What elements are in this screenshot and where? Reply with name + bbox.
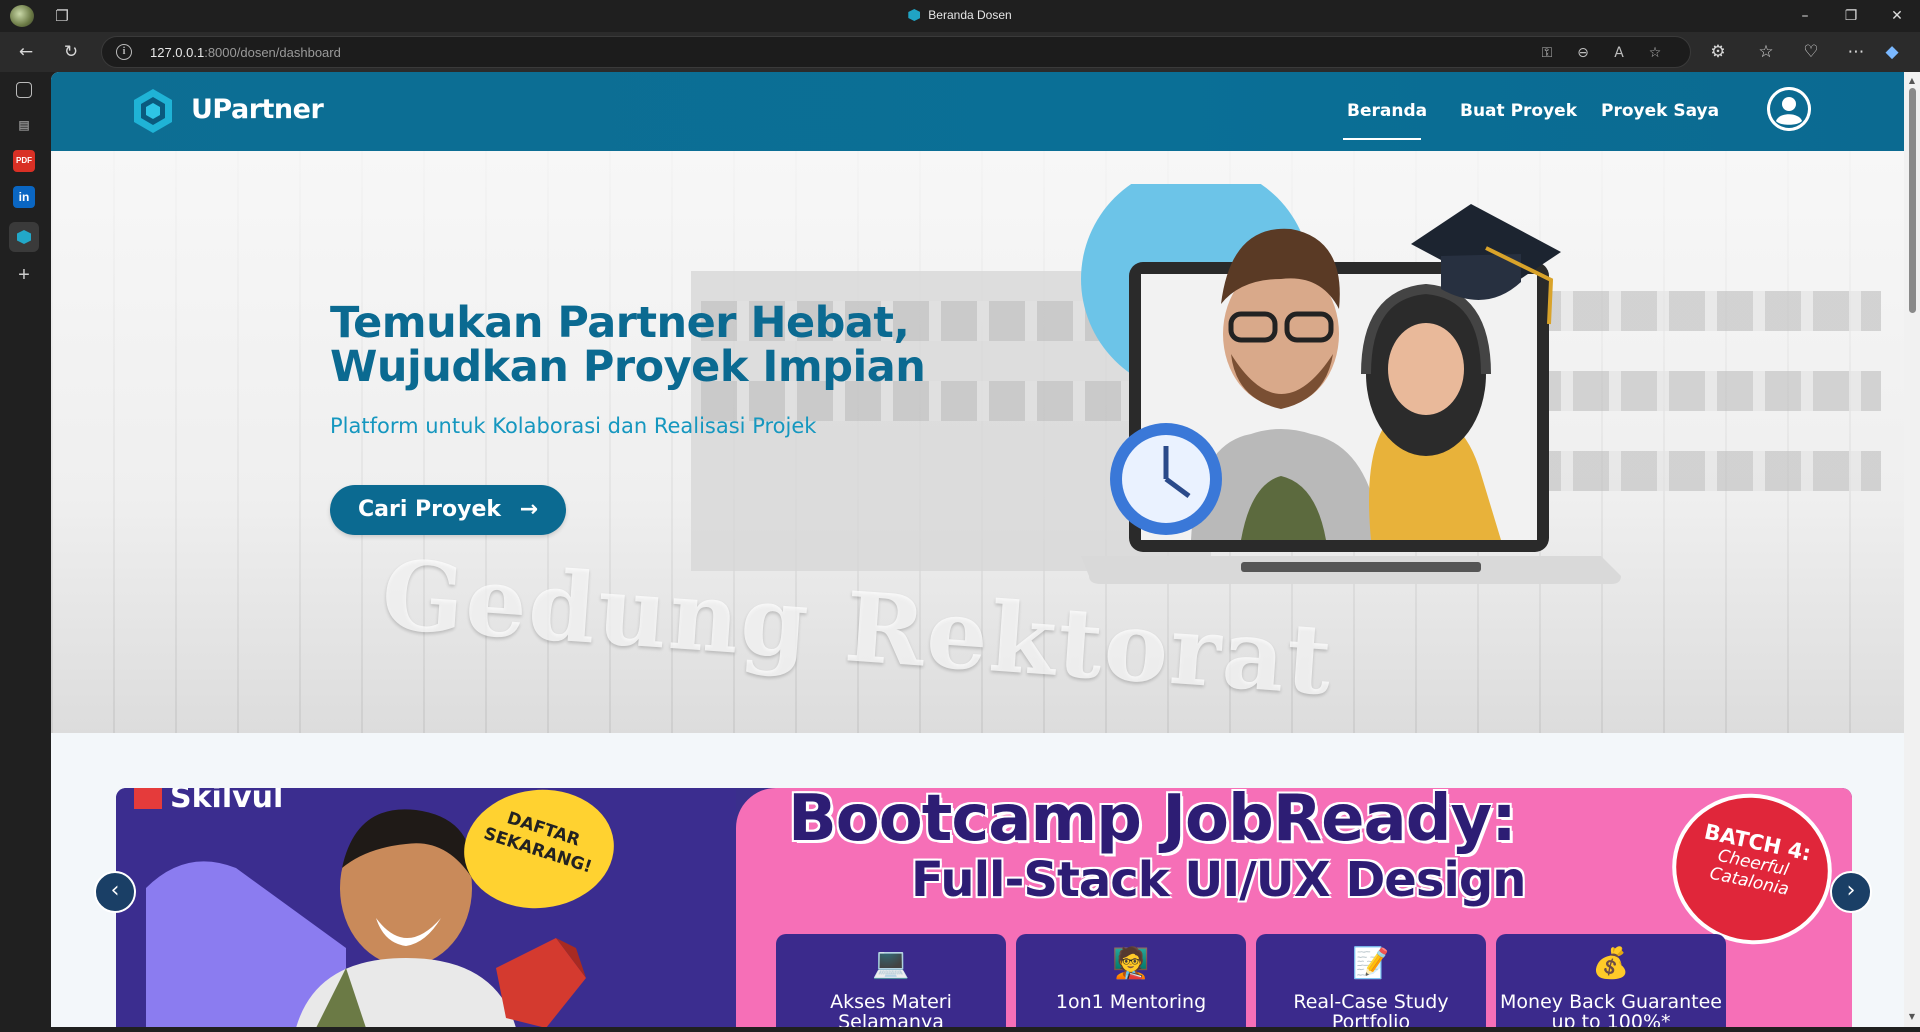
- minimize-icon[interactable]: –: [1782, 0, 1828, 32]
- refresh-icon[interactable]: ↻: [57, 38, 85, 66]
- nav-link-beranda[interactable]: Beranda: [1347, 101, 1427, 121]
- hero-title-line-2: Wujudkan Proyek Impian: [330, 342, 926, 392]
- tab-title: Beranda Dosen: [928, 8, 1012, 22]
- zoom-out-icon[interactable]: ⊖: [1572, 42, 1594, 64]
- skilvul-logo-icon: [134, 788, 162, 809]
- feature-label: 1on1 Mentoring: [1055, 991, 1207, 1013]
- carousel-title-2: Full-Stack UI/UX Design: [911, 852, 1526, 908]
- brand-name[interactable]: UPartner: [191, 94, 324, 125]
- nav-link-buat-proyek[interactable]: Buat Proyek: [1460, 101, 1577, 121]
- hero-illustration: [1081, 184, 1621, 584]
- mascot-icon: [496, 938, 586, 1027]
- person-woman-face: [1388, 323, 1464, 415]
- browser-essentials-icon[interactable]: ♡: [1797, 38, 1825, 66]
- browser-sidebar: ▤ PDF in +: [0, 72, 50, 1032]
- user-avatar-icon[interactable]: [1767, 87, 1811, 131]
- favorites-icon[interactable]: ☆: [1752, 38, 1780, 66]
- read-aloud-icon[interactable]: A: [1608, 42, 1630, 64]
- upartner-app-icon[interactable]: [9, 222, 39, 252]
- close-icon[interactable]: ✕: [1874, 0, 1920, 32]
- copilot-icon[interactable]: ◆: [1878, 38, 1906, 66]
- carousel-left-panel: DAFTAR SEKARANG!: [116, 788, 736, 1027]
- linkedin-icon[interactable]: in: [13, 186, 35, 208]
- add-favorite-icon[interactable]: ☆: [1644, 42, 1666, 64]
- pdf-app-icon[interactable]: PDF: [13, 150, 35, 172]
- site-info-icon[interactable]: i: [116, 44, 132, 60]
- scroll-up-icon[interactable]: ▲: [1907, 76, 1917, 86]
- extensions-icon[interactable]: ⚙: [1704, 38, 1732, 66]
- browser-titlebar: ❐ Beranda Dosen – ❐ ✕: [0, 0, 1920, 32]
- feature-card: 📝 Real-Case Study Portfolio: [1256, 934, 1486, 1027]
- scroll-down-icon[interactable]: ▼: [1907, 1012, 1917, 1022]
- nav-link-proyek-saya[interactable]: Proyek Saya: [1601, 101, 1719, 121]
- hero-subtitle: Platform untuk Kolaborasi dan Realisasi …: [330, 414, 817, 438]
- cari-proyek-button[interactable]: Cari Proyek →: [330, 485, 566, 535]
- carousel-prev-button[interactable]: ‹: [94, 871, 136, 913]
- mentor-icon: 🧑‍🏫: [1112, 946, 1150, 981]
- feature-label: Real-Case Study Portfolio: [1293, 991, 1449, 1027]
- restore-icon[interactable]: ❐: [1828, 0, 1874, 32]
- window-title: Beranda Dosen: [0, 8, 1920, 22]
- more-menu-icon[interactable]: ⋯: [1842, 38, 1870, 66]
- cta-label: Cari Proyek: [358, 497, 502, 522]
- tab-favicon-icon: [908, 9, 921, 21]
- promo-carousel[interactable]: DAFTAR SEKARANG! Skilvul Bootcamp JobRea…: [116, 788, 1852, 1027]
- laptop-keyboard: [1241, 562, 1481, 572]
- hero-section: Gedung Rektorat Temukan Partner Hebat, W…: [51, 151, 1904, 733]
- feature-card: 🧑‍🏫 1on1 Mentoring: [1016, 934, 1246, 1027]
- arrow-right-icon: →: [519, 497, 538, 522]
- site-navbar: UPartner Beranda Buat Proyek Proyek Saya: [51, 72, 1904, 151]
- carousel-title-1: Bootcamp JobReady:: [788, 788, 1517, 856]
- tab-overview-icon[interactable]: [16, 82, 32, 98]
- money-bag-icon: 💰: [1592, 946, 1630, 981]
- back-icon[interactable]: ←: [12, 38, 40, 66]
- page-scrollbar[interactable]: ▲ ▼: [1904, 72, 1920, 1027]
- scrollbar-thumb[interactable]: [1909, 88, 1916, 313]
- feature-label: Money Back Guarantee up to 100%*: [1500, 991, 1722, 1027]
- collections-icon[interactable]: ▤: [13, 114, 35, 136]
- hero-title: Temukan Partner Hebat, Wujudkan Proyek I…: [330, 301, 1030, 389]
- feature-card: 💰 Money Back Guarantee up to 100%*: [1496, 934, 1726, 1027]
- feature-label: Akses Materi Selamanya: [830, 991, 952, 1027]
- address-bar[interactable]: i 127.0.0.1:8000/dosen/dashboard ⚿ ⊖ A ☆: [101, 36, 1691, 68]
- document-icon: 📝: [1352, 946, 1390, 981]
- page-viewport: UPartner Beranda Buat Proyek Proyek Saya…: [51, 72, 1904, 1027]
- add-app-icon[interactable]: +: [13, 264, 35, 286]
- nav-active-indicator: [1343, 138, 1421, 140]
- skilvul-brand: Skilvul: [134, 788, 283, 815]
- carousel-next-button[interactable]: ›: [1830, 871, 1872, 913]
- password-key-icon[interactable]: ⚿: [1536, 42, 1558, 64]
- skilvul-brand-text: Skilvul: [170, 788, 284, 815]
- badge-text: DAFTAR SEKARANG!: [481, 808, 595, 878]
- laptop-icon: 💻: [872, 946, 910, 981]
- hero-title-line-1: Temukan Partner Hebat,: [330, 298, 910, 348]
- feature-card: 💻 Akses Materi Selamanya: [776, 934, 1006, 1027]
- url-text[interactable]: 127.0.0.1:8000/dosen/dashboard: [150, 45, 341, 60]
- upartner-logo-icon[interactable]: [134, 89, 172, 133]
